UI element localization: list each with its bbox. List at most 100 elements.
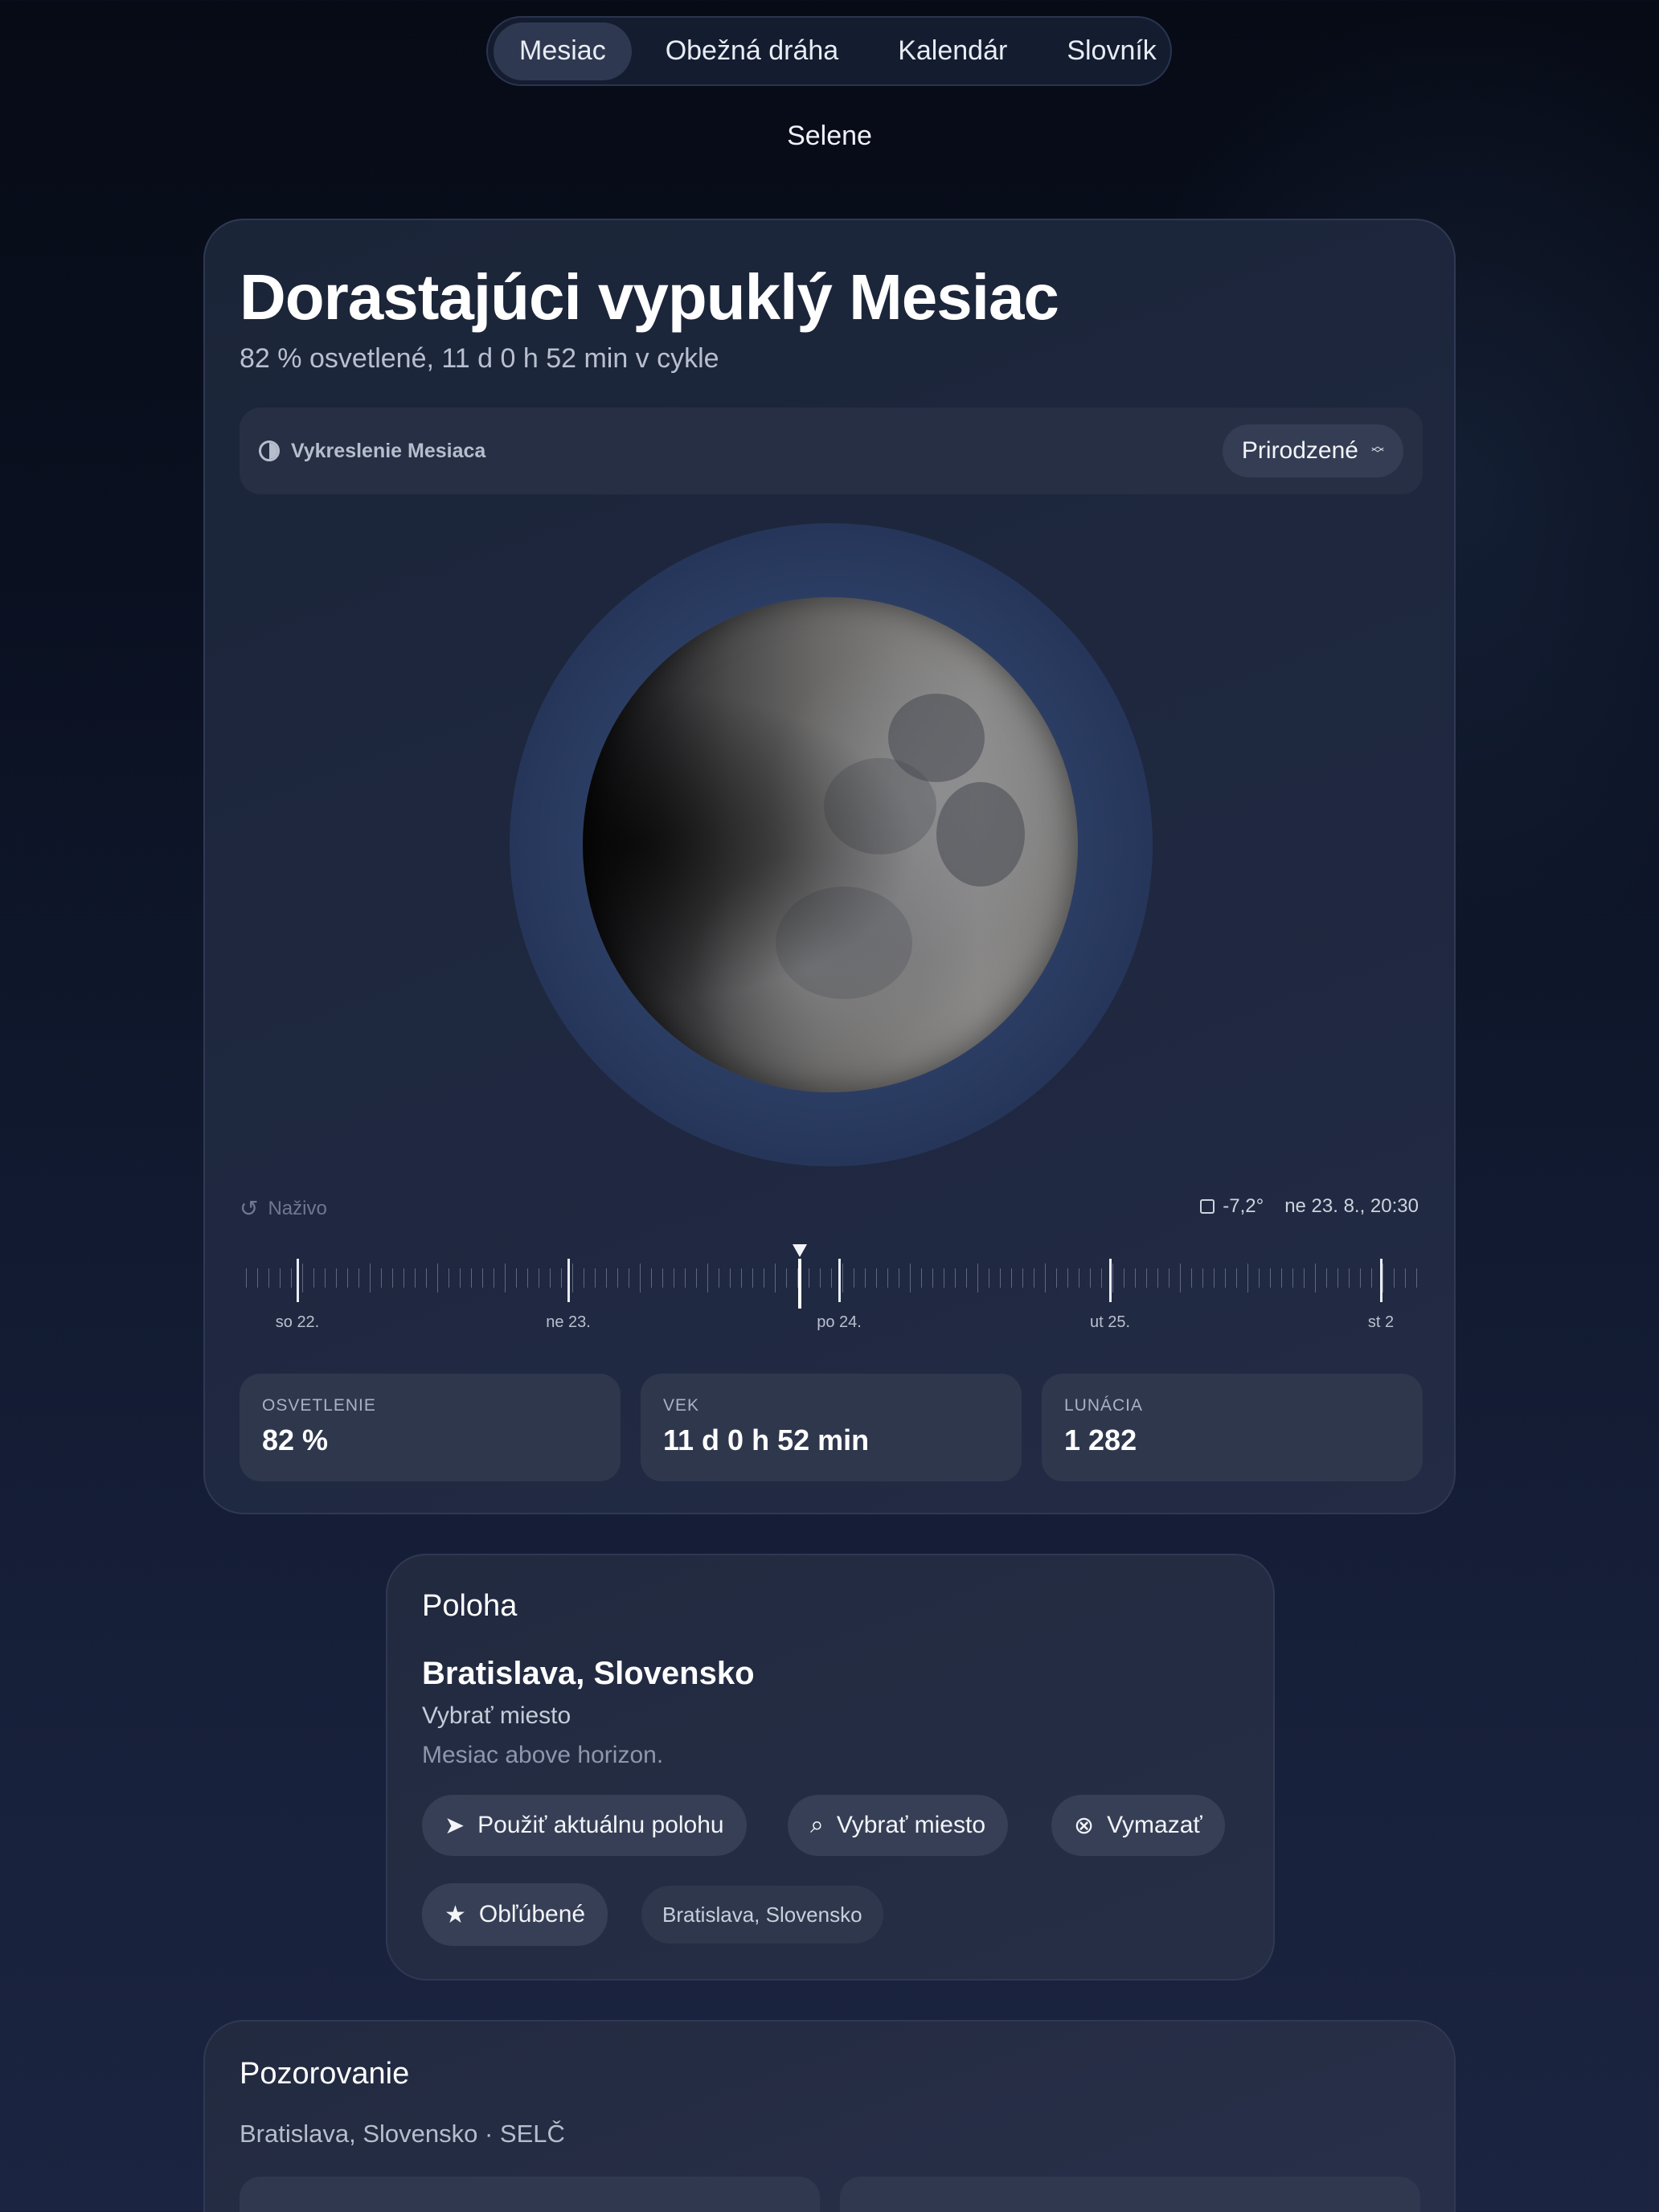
app-title: Selene: [787, 121, 872, 151]
timeline-tick: [280, 1268, 281, 1288]
stat-value: 1 282: [1064, 1423, 1137, 1456]
timeline-tick: [1225, 1268, 1226, 1288]
rotate-icon: [1200, 1199, 1215, 1214]
timeline-tick: [550, 1268, 551, 1288]
stat-label: LUNÁCIA: [1064, 1396, 1144, 1415]
timeline-tick: [561, 1268, 562, 1288]
location-status: Mesiac above horizon.: [422, 1742, 664, 1768]
timeline-tick: [1056, 1268, 1057, 1288]
timeline-day-label: ne 23.: [546, 1313, 591, 1331]
live-button[interactable]: ↺ Naživo: [240, 1195, 327, 1222]
timeline-tick: [1416, 1268, 1417, 1288]
timeline-tick: [1157, 1268, 1158, 1288]
tab-moon[interactable]: Mesiac: [494, 22, 632, 80]
observation-card: Pozorovanie Bratislava, Slovensko · SELČ: [203, 2020, 1456, 2212]
timeline-tick: [268, 1268, 269, 1288]
timeline-day-label: st 2: [1367, 1313, 1395, 1331]
timeline-day-tick: [1109, 1259, 1112, 1302]
timeline-tick: [1112, 1264, 1113, 1292]
timeline-day-tick: [838, 1259, 841, 1302]
observation-subtitle: Bratislava, Slovensko · SELČ: [240, 2120, 565, 2148]
timeline-tick: [426, 1268, 427, 1288]
star-icon: ★: [444, 1901, 466, 1928]
timeline-tick: [977, 1264, 978, 1292]
phase-title: Dorastajúci vypuklý Mesiac: [240, 261, 1059, 333]
close-circle-icon: ⊗: [1074, 1812, 1095, 1839]
button-label: Vybrať miesto: [836, 1812, 986, 1838]
stat-value: 11 d 0 h 52 min: [663, 1423, 870, 1456]
button-label: Použiť aktuálnu polohu: [477, 1812, 724, 1838]
timeline-tick: [1315, 1264, 1316, 1292]
timeline-tick: [1326, 1268, 1327, 1288]
timeline-tick: [966, 1268, 967, 1288]
pick-location-button[interactable]: ⌕ Vybrať miesto: [788, 1795, 1009, 1856]
use-current-location-button[interactable]: ➤ Použiť aktuálnu polohu: [422, 1795, 747, 1856]
timeline-tick: [651, 1268, 652, 1288]
timeline-tick: [1101, 1268, 1102, 1288]
timeline-tick: [505, 1264, 506, 1292]
stat-value: 82 %: [262, 1423, 329, 1456]
render-mode-select[interactable]: Prirodzené ︿ ﹀: [1222, 424, 1403, 477]
timeline-tick: [471, 1268, 472, 1288]
timeline-tick: [1146, 1268, 1147, 1288]
timeline-tick: [1292, 1268, 1293, 1288]
stat-lunation: LUNÁCIA 1 282: [1042, 1374, 1423, 1481]
timeline-tick: [887, 1268, 888, 1288]
timeline-tick: [291, 1268, 292, 1288]
timeline-tick: [786, 1268, 787, 1288]
timeline-tick: [1382, 1264, 1383, 1292]
tab-glossary[interactable]: Slovník: [1041, 23, 1182, 80]
timeline-tick: [865, 1268, 866, 1288]
timeline-tick: [1067, 1268, 1068, 1288]
timeline-tick: [1180, 1264, 1181, 1292]
favorites-button[interactable]: ★ Obľúbené: [422, 1883, 608, 1946]
timeline-tick: [1337, 1268, 1338, 1288]
timeline-tick: [246, 1268, 247, 1288]
timeline-tick: [910, 1264, 911, 1292]
timeline-tick: [313, 1268, 314, 1288]
favorite-chip[interactable]: Bratislava, Slovensko: [641, 1886, 883, 1944]
timeline-tick: [257, 1268, 258, 1288]
tab-orbit[interactable]: Obežná dráha: [640, 23, 865, 80]
rotation-value: -7,2°: [1223, 1195, 1264, 1217]
timeline-tick: [955, 1268, 956, 1288]
timeline-tick: [1259, 1268, 1260, 1288]
timeline-tick: [876, 1268, 877, 1288]
observation-tile: [840, 2177, 1420, 2212]
timeline-day-label: so 22.: [275, 1313, 320, 1331]
stat-age: VEK 11 d 0 h 52 min: [641, 1374, 1022, 1481]
moon-image[interactable]: [583, 597, 1078, 1092]
render-label-text: Vykreslenie Mesiaca: [291, 439, 486, 462]
timeline-tick: [415, 1268, 416, 1288]
timeline-tick: [1236, 1268, 1237, 1288]
observation-heading: Pozorovanie: [240, 2057, 410, 2091]
stat-label: OSVETLENIE: [262, 1396, 376, 1415]
timeline-tick: [1022, 1268, 1023, 1288]
timeline-tick: [741, 1268, 742, 1288]
timeline-tick: [1045, 1264, 1046, 1292]
timeline-tick: [1360, 1268, 1361, 1288]
tab-calendar[interactable]: Kalendár: [872, 23, 1033, 80]
timeline-tick: [1247, 1264, 1248, 1292]
timeline-tick: [1405, 1268, 1406, 1288]
timeline-tick: [1135, 1268, 1136, 1288]
stat-label: VEK: [663, 1396, 700, 1415]
search-icon: ⌕: [810, 1812, 824, 1838]
chevron-up-down-icon: ︿ ﹀: [1370, 440, 1384, 461]
refresh-icon: ↺: [240, 1196, 259, 1221]
timeline-tick: [302, 1264, 303, 1292]
observation-tile: [240, 2177, 820, 2212]
timeline-tick: [842, 1264, 843, 1292]
clear-location-button[interactable]: ⊗ Vymazať: [1051, 1795, 1225, 1856]
timeline-tick: [831, 1268, 832, 1288]
timeline-tick: [403, 1268, 404, 1288]
timeline-tick: [1270, 1268, 1271, 1288]
timeline-tick: [358, 1268, 359, 1288]
timeline-day-tick: [1380, 1259, 1382, 1302]
timeline-tick: [1371, 1268, 1372, 1288]
timeline-cursor-marker[interactable]: [792, 1244, 807, 1257]
timeline-cursor-line[interactable]: [797, 1259, 801, 1309]
timeline-tick: [370, 1264, 371, 1292]
timeline-tick: [640, 1264, 641, 1292]
time-scrubber[interactable]: so 22. ne 23. po 24. ut 25. st 2: [244, 1236, 1425, 1333]
